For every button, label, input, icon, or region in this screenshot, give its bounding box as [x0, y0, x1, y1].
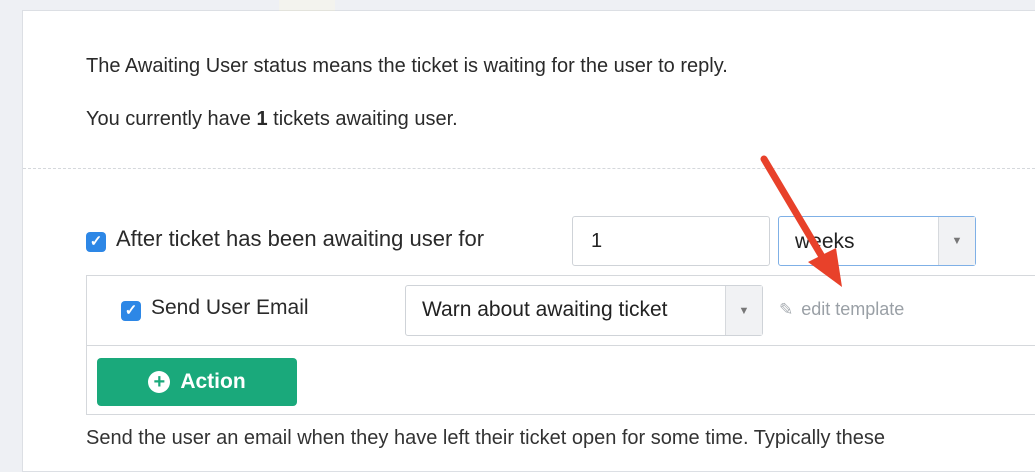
add-action-label: Action [180, 370, 246, 393]
edit-template-label: edit template [801, 299, 905, 319]
section-divider [23, 168, 1035, 169]
count-prefix: You currently have [86, 108, 257, 130]
awaiting-count-text: You currently have 1 tickets awaiting us… [86, 108, 458, 131]
awaiting-unit-select[interactable]: weeks ▼ [778, 216, 976, 266]
action-row-divider [86, 345, 1035, 346]
send-user-email-label: Send User Email [151, 296, 309, 319]
edit-template-link[interactable]: ✎ edit template [779, 299, 904, 320]
awaiting-unit-value: weeks [795, 230, 855, 253]
awaiting-count: 1 [256, 108, 268, 130]
chevron-down-icon[interactable]: ▼ [725, 286, 762, 335]
awaiting-trigger-label: After ticket has been awaiting user for [116, 226, 485, 251]
email-template-value: Warn about awaiting ticket [422, 298, 668, 321]
add-action-button[interactable]: + Action [97, 358, 297, 406]
top-tab-stub [279, 0, 335, 11]
checkmark-icon: ✓ [124, 302, 138, 319]
count-suffix: tickets awaiting user. [267, 108, 458, 130]
awaiting-trigger-checkbox[interactable]: ✓ [86, 232, 106, 252]
email-template-select[interactable]: Warn about awaiting ticket ▼ [405, 285, 763, 336]
send-user-email-checkbox[interactable]: ✓ [121, 301, 141, 321]
plus-circle-icon: + [148, 371, 171, 393]
status-description: The Awaiting User status means the ticke… [86, 55, 728, 77]
chevron-down-icon[interactable]: ▼ [938, 217, 975, 265]
awaiting-amount-input[interactable] [572, 216, 770, 266]
action-description: Send the user an email when they have le… [86, 427, 885, 449]
pencil-icon: ✎ [779, 300, 794, 319]
checkmark-icon: ✓ [89, 233, 103, 250]
